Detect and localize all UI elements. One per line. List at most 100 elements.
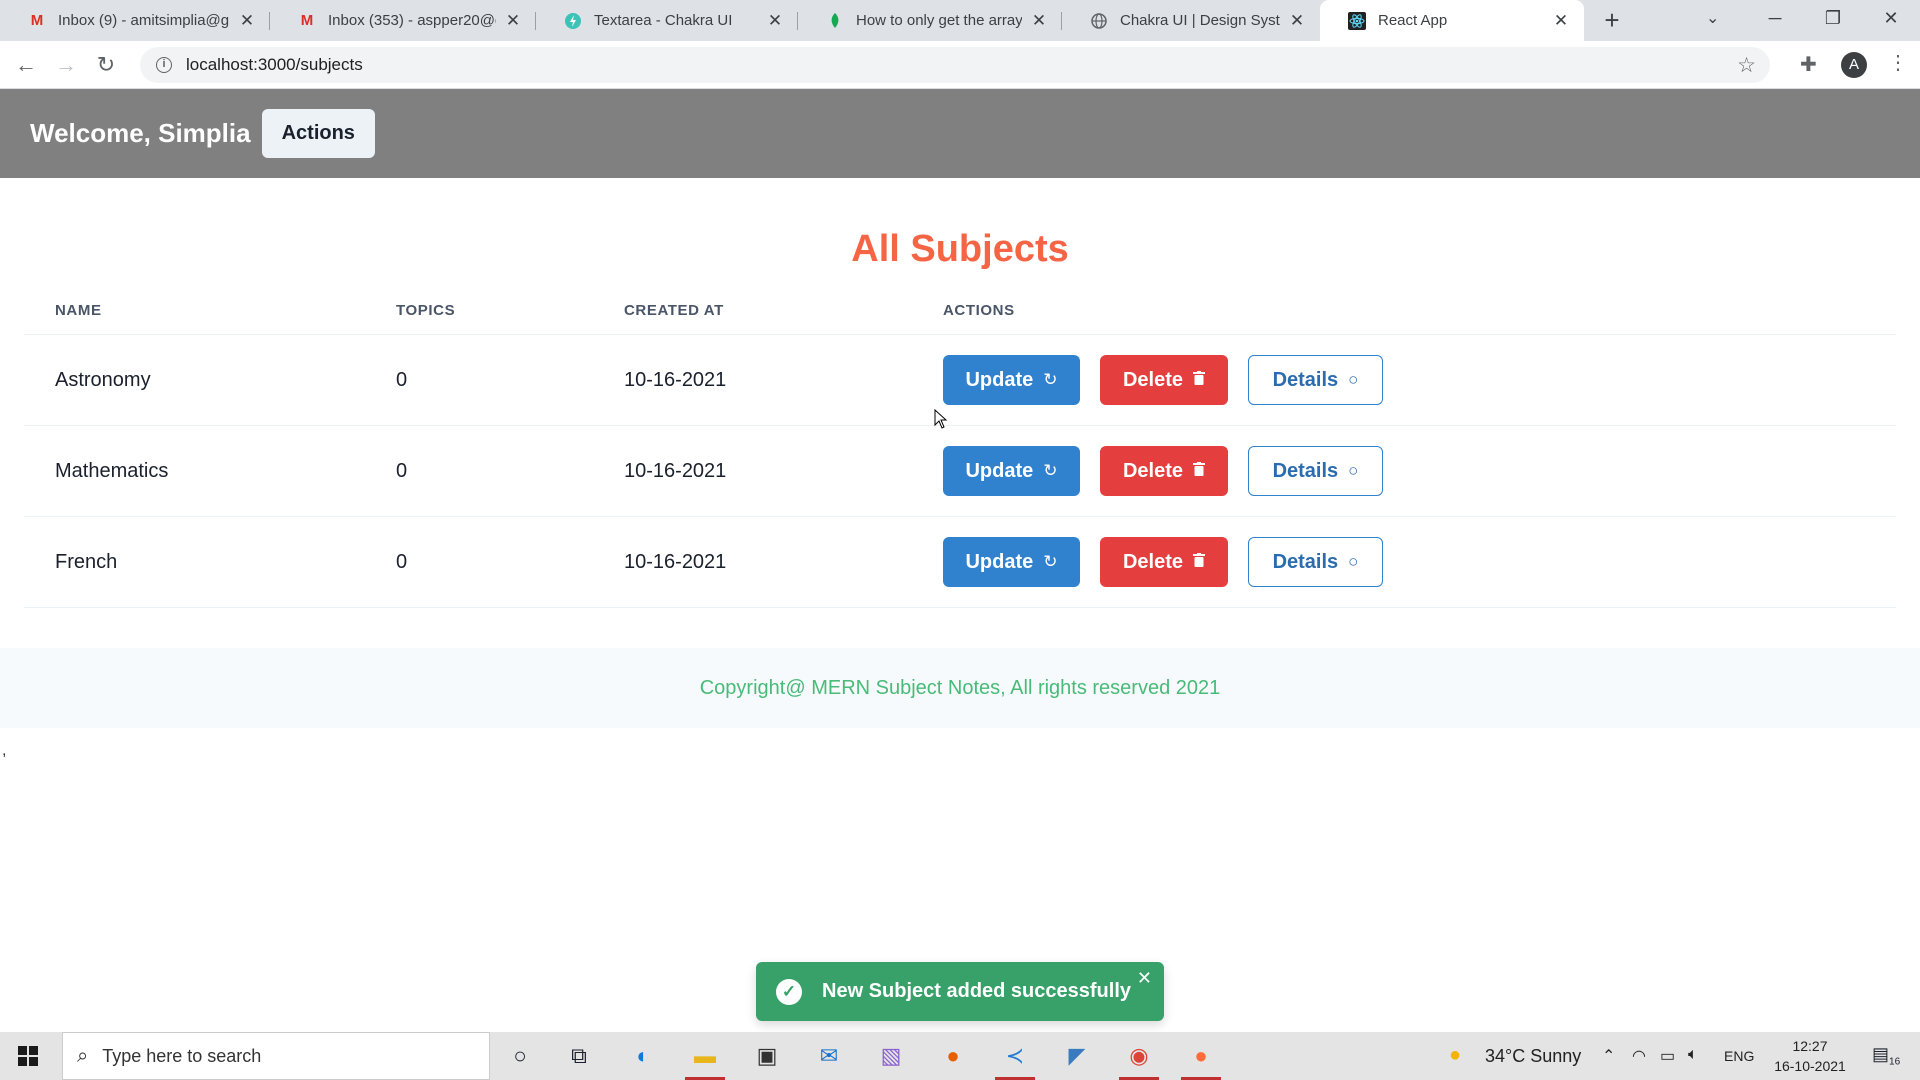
close-tab-icon[interactable]: ✕: [1552, 11, 1570, 31]
created-at: 10-16-2021: [624, 551, 727, 573]
update-button[interactable]: Update ↻: [943, 537, 1080, 587]
tab-title: Inbox (9) - amitsimplia@gm: [58, 12, 230, 29]
tab-title: Textarea - Chakra UI: [594, 12, 733, 29]
welcome-text: Welcome, Simplia: [30, 118, 251, 148]
success-toast: ✓ New Subject added successfully ✕: [756, 962, 1164, 1021]
volume-icon[interactable]: 🔈︎: [1688, 1046, 1698, 1064]
app-icon[interactable]: ◤: [1061, 1041, 1093, 1071]
close-toast-icon[interactable]: ✕: [1137, 968, 1152, 989]
close-tab-icon[interactable]: ✕: [1288, 11, 1306, 31]
weather-sun-icon: ●: [1449, 1044, 1462, 1066]
tray-chevron-icon[interactable]: ⌃: [1602, 1046, 1615, 1066]
close-tab-icon[interactable]: ✕: [238, 11, 256, 31]
minimize-icon[interactable]: ─: [1760, 8, 1790, 29]
delete-button[interactable]: Delete: [1100, 537, 1228, 587]
edge-icon[interactable]: ◐: [627, 1041, 659, 1071]
url-text: localhost:3000/subjects: [186, 55, 363, 74]
restore-icon[interactable]: ❐: [1818, 8, 1848, 29]
postman-icon[interactable]: ●: [1181, 1041, 1221, 1080]
stray-text: ,: [2, 742, 7, 759]
delete-button[interactable]: Delete: [1100, 446, 1228, 496]
forward-icon[interactable]: →: [52, 51, 80, 79]
column-header-created-at: CREATED AT: [624, 302, 724, 319]
topics-count: 0: [396, 460, 408, 482]
details-button[interactable]: Details ○: [1248, 355, 1383, 405]
clock-time: 12:27: [1792, 1038, 1828, 1054]
weather-text[interactable]: 34°C Sunny: [1485, 1046, 1581, 1067]
page-footer: Copyright@ MERN Subject Notes, All right…: [0, 648, 1920, 728]
browser-tab[interactable]: M Inbox (9) - amitsimplia@gm ✕: [0, 0, 270, 41]
browser-tab[interactable]: Textarea - Chakra UI ✕: [536, 0, 798, 41]
notification-center-icon[interactable]: ▤16: [1872, 1044, 1900, 1068]
search-icon: ⌕: [77, 1044, 89, 1067]
gmail-icon: M: [30, 12, 44, 29]
profile-avatar[interactable]: A: [1841, 52, 1867, 78]
back-icon[interactable]: ←: [12, 51, 40, 79]
tab-title: How to only get the array n: [856, 12, 1022, 29]
task-view-icon[interactable]: ⧉: [563, 1041, 595, 1071]
close-window-icon[interactable]: ✕: [1876, 8, 1906, 29]
reload-icon[interactable]: ↻: [92, 51, 120, 79]
bookmark-star-icon[interactable]: ☆: [1737, 53, 1756, 78]
check-circle-icon: ✓: [776, 978, 802, 1005]
vscode-icon[interactable]: ≺: [995, 1041, 1035, 1080]
browser-menu-icon[interactable]: ⋮: [1888, 50, 1908, 75]
mail-icon[interactable]: ✉: [813, 1041, 845, 1071]
windows-start-icon[interactable]: [18, 1046, 38, 1066]
chrome-icon[interactable]: ◉: [1119, 1041, 1159, 1080]
subject-name: Astronomy: [55, 369, 151, 391]
mongodb-leaf-icon: [826, 12, 844, 30]
browser-tab[interactable]: Chakra UI | Design System ✕: [1062, 0, 1320, 41]
table-row: Mathematics 0 10-16-2021 Update ↻ Delete …: [24, 426, 1896, 517]
details-label: Details: [1272, 550, 1339, 573]
close-tab-icon[interactable]: ✕: [504, 11, 522, 31]
created-at: 10-16-2021: [624, 460, 727, 482]
tab-title: Chakra UI | Design System: [1120, 12, 1280, 29]
topics-count: 0: [396, 551, 408, 573]
store-icon[interactable]: ▣: [751, 1041, 783, 1071]
subject-name: French: [55, 551, 118, 573]
photos-icon[interactable]: ▧: [875, 1041, 907, 1071]
details-button[interactable]: Details ○: [1248, 446, 1383, 496]
taskbar-search-input[interactable]: ⌕ Type here to search: [62, 1032, 490, 1080]
circle-icon: ○: [1348, 370, 1359, 389]
site-info-icon[interactable]: i: [156, 57, 172, 73]
delete-label: Delete: [1122, 368, 1184, 391]
new-tab-button[interactable]: +: [1598, 6, 1626, 34]
circle-icon: ○: [1348, 461, 1359, 480]
update-button[interactable]: Update ↻: [943, 446, 1080, 496]
update-button[interactable]: Update ↻: [943, 355, 1080, 405]
battery-icon[interactable]: ▭: [1660, 1046, 1675, 1066]
app-header: Welcome, Simplia Actions: [0, 89, 1920, 178]
browser-tab[interactable]: M Inbox (353) - aspper20@gm ✕: [270, 0, 536, 41]
taskbar-clock[interactable]: 12:27 16-10-2021: [1764, 1036, 1856, 1076]
column-header-name: NAME: [55, 302, 102, 319]
firefox-icon[interactable]: ●: [937, 1041, 969, 1071]
tab-search-icon[interactable]: ⌄: [1706, 8, 1719, 28]
extensions-puzzle-icon[interactable]: ✚: [1800, 52, 1817, 77]
browser-tab-active[interactable]: React App ✕: [1320, 0, 1584, 41]
windows-taskbar: ⌕ Type here to search ○ ⧉ ◐ ▬ ▣ ✉ ▧ ● ≺ …: [0, 1032, 1920, 1080]
delete-button[interactable]: Delete: [1100, 355, 1228, 405]
network-icon[interactable]: ◠: [1632, 1046, 1646, 1066]
details-label: Details: [1272, 459, 1339, 482]
gmail-icon: M: [300, 12, 314, 29]
address-bar[interactable]: i localhost:3000/subjects ☆: [140, 47, 1770, 83]
file-explorer-icon[interactable]: ▬: [685, 1041, 725, 1080]
tab-title: Inbox (353) - aspper20@gm: [328, 12, 496, 29]
trash-icon: [1193, 552, 1206, 572]
actions-button[interactable]: Actions: [261, 109, 375, 158]
created-at: 10-16-2021: [624, 369, 727, 391]
browser-tab[interactable]: How to only get the array n ✕: [798, 0, 1062, 41]
update-label: Update: [965, 368, 1034, 391]
details-label: Details: [1272, 368, 1339, 391]
page-title: All Subjects: [851, 228, 1069, 270]
close-tab-icon[interactable]: ✕: [1030, 11, 1048, 31]
refresh-icon: ↻: [1043, 552, 1058, 571]
tab-title: React App: [1378, 12, 1448, 29]
delete-label: Delete: [1122, 459, 1184, 482]
close-tab-icon[interactable]: ✕: [766, 11, 784, 31]
cortana-icon[interactable]: ○: [504, 1041, 536, 1071]
language-indicator[interactable]: ENG: [1724, 1048, 1754, 1064]
details-button[interactable]: Details ○: [1248, 537, 1383, 587]
